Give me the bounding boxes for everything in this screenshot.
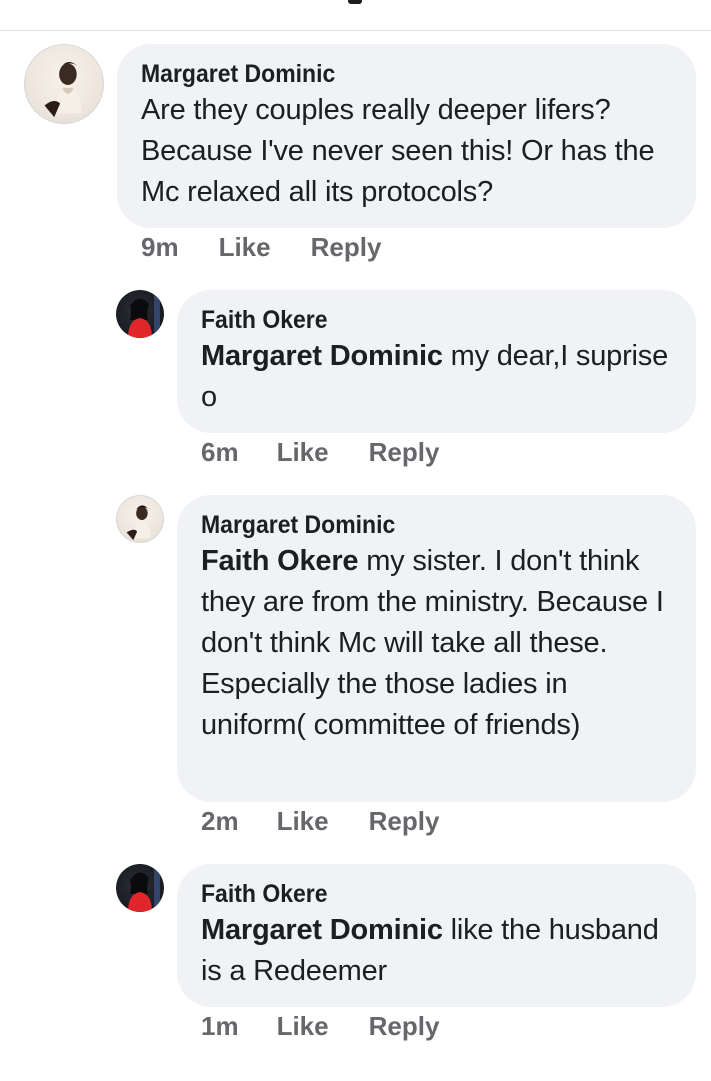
header-title-fragment	[348, 0, 362, 4]
comment-author[interactable]: Margaret Dominic	[201, 509, 636, 541]
comment-actions: 2m Like Reply	[201, 806, 439, 837]
reply-button[interactable]: Reply	[369, 437, 440, 468]
reply-button[interactable]: Reply	[369, 1011, 440, 1042]
reply-bubble: Faith Okere Margaret Dominic my dear,I s…	[177, 290, 696, 433]
divider	[0, 30, 711, 31]
avatar-photo-icon	[128, 294, 160, 338]
comment-body: Are they couples really deeper lifers? B…	[141, 94, 655, 208]
comment-bubble: Margaret Dominic Are they couples really…	[117, 44, 696, 228]
comment-author[interactable]: Faith Okere	[201, 878, 636, 910]
mention-link[interactable]: Margaret Dominic	[201, 340, 443, 372]
reply-bubble: Margaret Dominic Faith Okere my sister. …	[177, 495, 696, 802]
reply-button[interactable]: Reply	[369, 806, 440, 837]
avatar[interactable]	[24, 44, 104, 124]
avatar-photo-icon	[44, 62, 82, 118]
comment-text: Faith Okere my sister. I don't think the…	[201, 541, 674, 746]
comment-actions: 1m Like Reply	[201, 1011, 439, 1042]
comment-text: Are they couples really deeper lifers? B…	[141, 90, 674, 213]
reply-button[interactable]: Reply	[311, 232, 382, 263]
like-button[interactable]: Like	[277, 806, 329, 837]
comment-text: Margaret Dominic like the husband is a R…	[201, 910, 674, 992]
avatar[interactable]	[116, 290, 164, 338]
avatar-photo-icon	[128, 868, 160, 912]
reply-bubble: Faith Okere Margaret Dominic like the hu…	[177, 864, 696, 1007]
comment-actions: 9m Like Reply	[141, 232, 381, 263]
avatar[interactable]	[116, 864, 164, 912]
mention-link[interactable]: Faith Okere	[201, 545, 359, 577]
comment-author[interactable]: Faith Okere	[201, 304, 636, 336]
like-button[interactable]: Like	[277, 1011, 329, 1042]
comment-actions: 6m Like Reply	[201, 437, 439, 468]
comment-timestamp: 9m	[141, 232, 179, 262]
comment-timestamp: 6m	[201, 437, 239, 467]
mention-link[interactable]: Margaret Dominic	[201, 914, 443, 946]
avatar-photo-icon	[126, 505, 151, 541]
comment-text: Margaret Dominic my dear,I suprise o	[201, 336, 674, 418]
avatar[interactable]	[116, 495, 164, 543]
comment-timestamp: 1m	[201, 1011, 239, 1041]
like-button[interactable]: Like	[277, 437, 329, 468]
like-button[interactable]: Like	[219, 232, 271, 263]
comment-timestamp: 2m	[201, 806, 239, 836]
comment-author[interactable]: Margaret Dominic	[141, 58, 631, 90]
